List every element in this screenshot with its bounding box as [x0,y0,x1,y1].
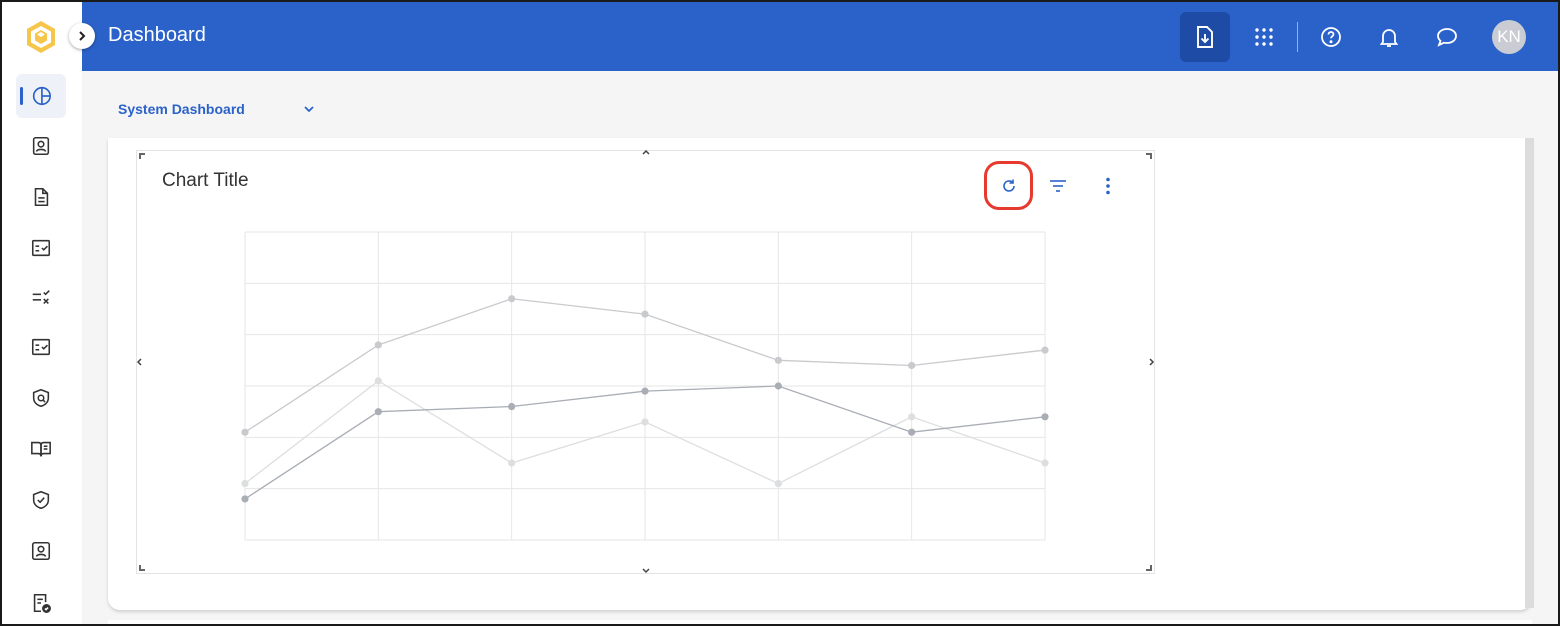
active-indicator [20,87,23,105]
sidebar-item-tasks[interactable] [16,226,66,270]
sidebar-item-reports[interactable] [16,581,66,624]
data-point[interactable] [508,459,516,467]
top-header: Dashboard KN [82,2,1558,71]
data-point[interactable] [241,495,249,503]
sidebar-item-documents[interactable] [16,175,66,219]
resize-handle-bottom-icon[interactable] [641,567,651,575]
pie-chart-icon [32,86,51,106]
resize-handle-right-icon[interactable] [1148,357,1156,367]
resize-corner-bottom-right[interactable] [1146,565,1152,571]
data-point[interactable] [641,310,649,318]
data-point[interactable] [774,479,782,488]
sidebar-item-dashboard[interactable] [16,74,66,118]
data-point[interactable] [1041,459,1049,467]
card-scrollbar[interactable] [1525,138,1534,608]
data-point[interactable] [374,377,382,385]
sidebar-item-exceptions[interactable] [16,276,66,320]
sidebar-item-users[interactable] [16,529,66,573]
shield-check-icon [32,490,50,510]
export-button[interactable] [1180,12,1230,62]
data-point[interactable] [774,382,782,390]
filter-button[interactable] [1034,162,1082,210]
checklist-icon [31,338,51,356]
list-x-icon [32,290,50,305]
refresh-highlight [984,161,1033,210]
resize-handle-top-icon[interactable] [641,148,651,156]
chevron-right-icon [79,31,86,41]
data-point[interactable] [374,341,382,349]
sidebar-item-contacts[interactable] [16,124,66,168]
chevron-down-icon [304,106,314,113]
data-point[interactable] [241,479,249,488]
shield-search-icon [32,388,50,408]
data-point[interactable] [908,428,916,436]
book-icon [31,441,51,457]
notifications-button[interactable] [1364,12,1414,62]
sidebar-item-library[interactable] [16,427,66,471]
filter-icon [1050,180,1066,192]
resize-handle-left-icon[interactable] [135,357,143,367]
data-point[interactable] [641,418,649,426]
dashboard-select-value: System Dashboard [118,101,245,117]
header-divider [1297,22,1298,52]
document-check-icon [33,593,51,613]
user-avatar[interactable]: KN [1492,20,1526,54]
chat-button[interactable] [1422,12,1472,62]
bell-icon [1379,29,1399,47]
help-icon [1321,27,1341,47]
sidebar-item-reviews[interactable] [16,325,66,369]
chart-title: Chart Title [162,170,249,191]
document-icon [34,187,49,207]
data-point[interactable] [241,428,249,436]
dashboard-select[interactable]: System Dashboard [118,101,316,117]
more-options-button[interactable] [1084,162,1132,210]
page-title: Dashboard [108,24,206,46]
data-point[interactable] [1041,346,1049,354]
help-button[interactable] [1306,12,1356,62]
data-point[interactable] [641,387,649,395]
expand-sidebar-button[interactable] [69,23,95,49]
line-chart [241,231,1049,541]
sidebar-item-audit[interactable] [16,376,66,420]
data-point[interactable] [774,356,782,364]
data-point[interactable] [908,361,916,370]
contact-card-icon [32,136,50,156]
resize-corner-top-right[interactable] [1146,153,1152,159]
data-point[interactable] [374,408,382,416]
data-point[interactable] [908,413,916,421]
data-point[interactable] [1041,413,1049,421]
next-card [108,620,1532,624]
sidebar [2,2,82,624]
app-logo-icon[interactable] [24,19,58,55]
data-point[interactable] [508,402,516,411]
data-point[interactable] [508,295,516,303]
checklist-icon [31,239,51,257]
user-badge-icon [31,541,51,561]
sidebar-item-compliance[interactable] [16,478,66,522]
apps-button[interactable] [1239,12,1289,62]
resize-corner-top-left[interactable] [139,153,145,159]
file-download-icon [1197,26,1213,48]
chat-icon [1437,28,1457,47]
more-vertical-icon [1106,177,1110,195]
apps-grid-icon [1255,28,1273,46]
resize-corner-bottom-left[interactable] [139,565,145,571]
app-window: Dashboard KN System Dashboard Chart Titl… [0,0,1560,626]
